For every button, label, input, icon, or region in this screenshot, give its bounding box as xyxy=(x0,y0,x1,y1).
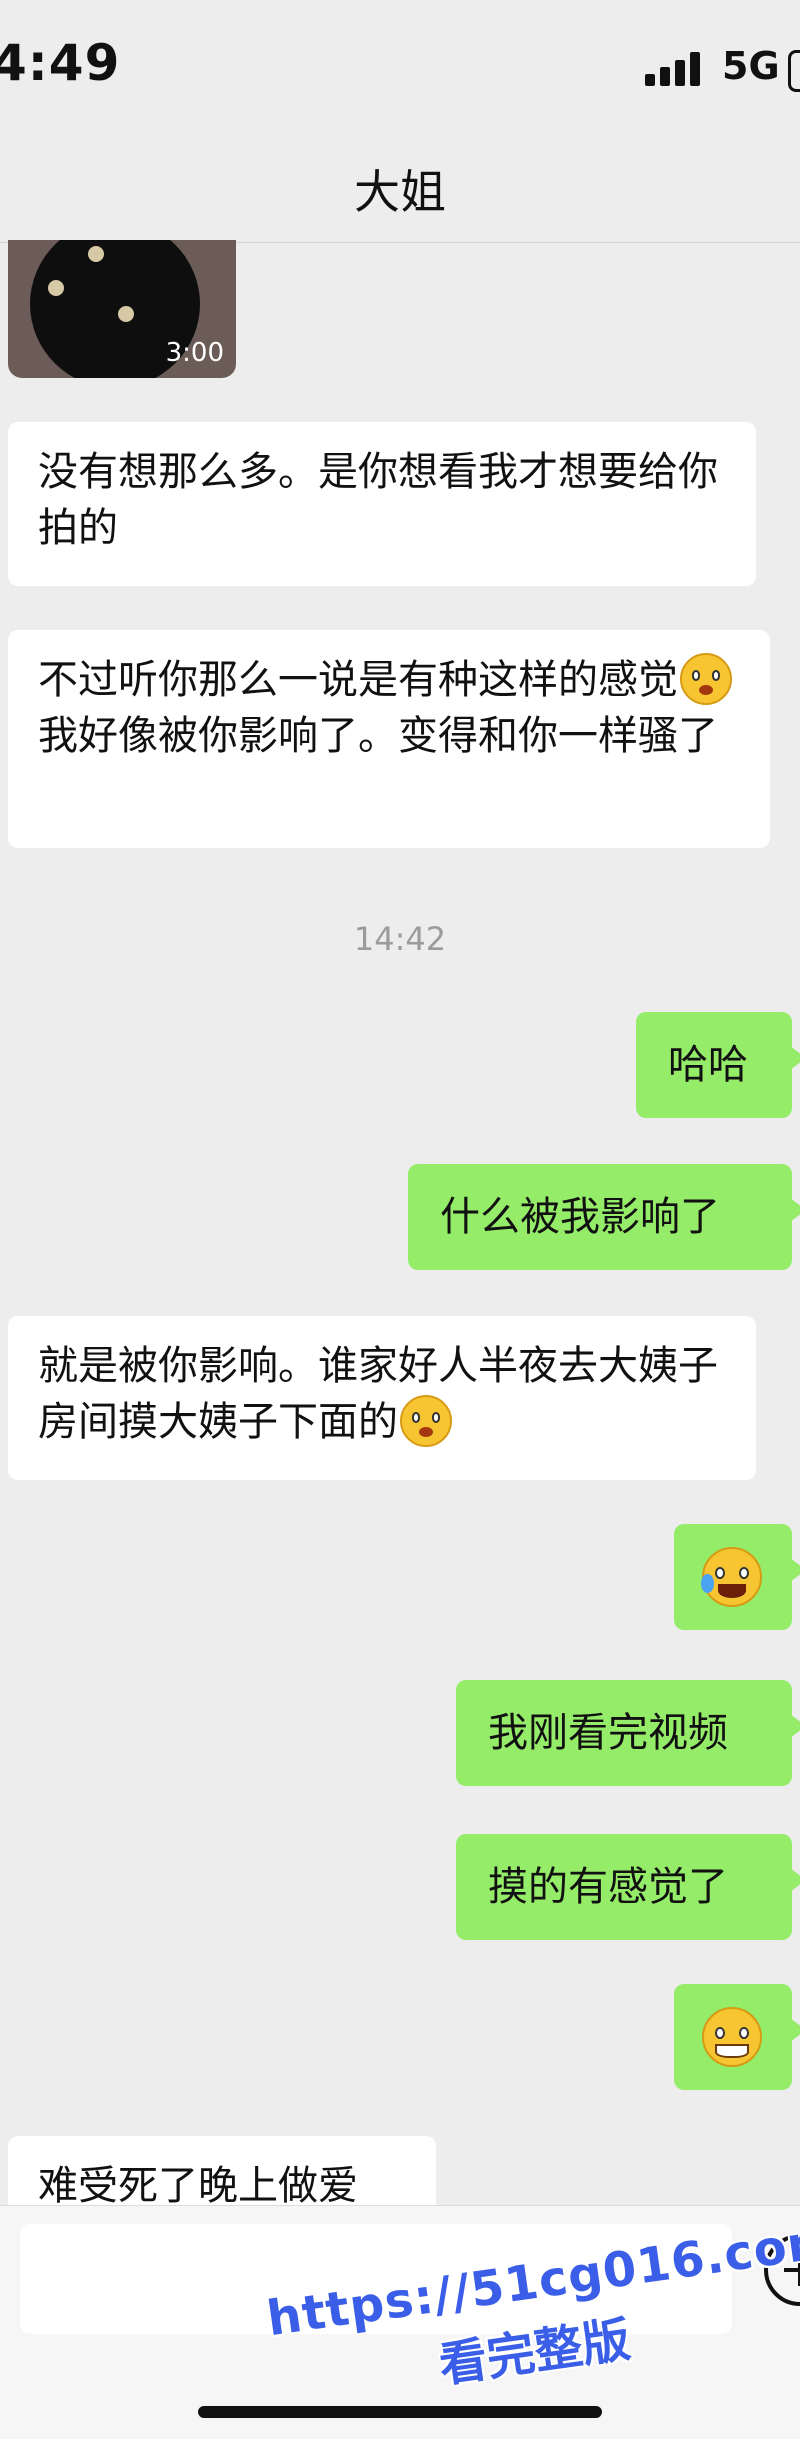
message-text: 哈哈 xyxy=(668,1042,748,1088)
message-bubble-sent[interactable] xyxy=(674,1984,800,2090)
battery-icon xyxy=(788,50,800,92)
message-bubble-sent[interactable]: 摸的有感觉了 xyxy=(456,1834,800,1940)
flushed-face-icon xyxy=(680,653,732,705)
network-type: 5G xyxy=(722,44,780,88)
message-text: 就是被你影响。谁家好人半夜去大姨子房间摸大姨子下面的 xyxy=(38,1343,718,1445)
message-text: 我好像被你影响了。变得和你一样骚了 xyxy=(38,713,718,759)
status-bar: 4:49 5G xyxy=(0,0,800,150)
message-bubble-sent[interactable] xyxy=(674,1524,800,1630)
preview-dot xyxy=(48,280,64,296)
chat-timestamp: 14:42 xyxy=(353,920,447,958)
message-text: 摸的有感觉了 xyxy=(488,1864,728,1910)
preview-dot xyxy=(88,246,104,262)
message-bubble-sent[interactable]: 我刚看完视频 xyxy=(456,1680,800,1786)
rolling-laughing-face-icon xyxy=(700,1547,762,1607)
status-time: 4:49 xyxy=(0,34,121,92)
message-text: 我刚看完视频 xyxy=(488,1710,728,1756)
chat-title: 大姐 xyxy=(354,165,446,219)
message-text: 难受死了晚上做爱 xyxy=(38,2163,358,2209)
message-bubble-sent[interactable]: 哈哈 xyxy=(636,1012,800,1118)
signal-bars-icon xyxy=(645,52,703,86)
grinning-face-icon xyxy=(702,2007,762,2067)
video-message-thumbnail[interactable]: 3:00 xyxy=(8,240,236,378)
video-duration: 3:00 xyxy=(165,338,224,368)
message-bubble-sent[interactable]: 什么被我影响了 xyxy=(408,1164,800,1270)
message-text: 没有想那么多。是你想看我才想要给你拍的 xyxy=(38,449,718,551)
message-text: 不过听你那么一说是有种这样的感觉 xyxy=(38,657,678,703)
message-bubble-received[interactable]: 就是被你影响。谁家好人半夜去大姨子房间摸大姨子下面的 xyxy=(8,1316,756,1480)
chat-header: 大姐 xyxy=(0,150,800,243)
preview-dot xyxy=(118,306,134,322)
message-text: 什么被我影响了 xyxy=(440,1194,720,1240)
home-indicator xyxy=(198,2406,602,2418)
flushed-face-icon xyxy=(400,1395,452,1447)
message-bubble-received[interactable]: 不过听你那么一说是有种这样的感觉 我好像被你影响了。变得和你一样骚了 xyxy=(8,630,770,848)
message-bubble-received[interactable]: 没有想那么多。是你想看我才想要给你拍的 xyxy=(8,422,756,586)
